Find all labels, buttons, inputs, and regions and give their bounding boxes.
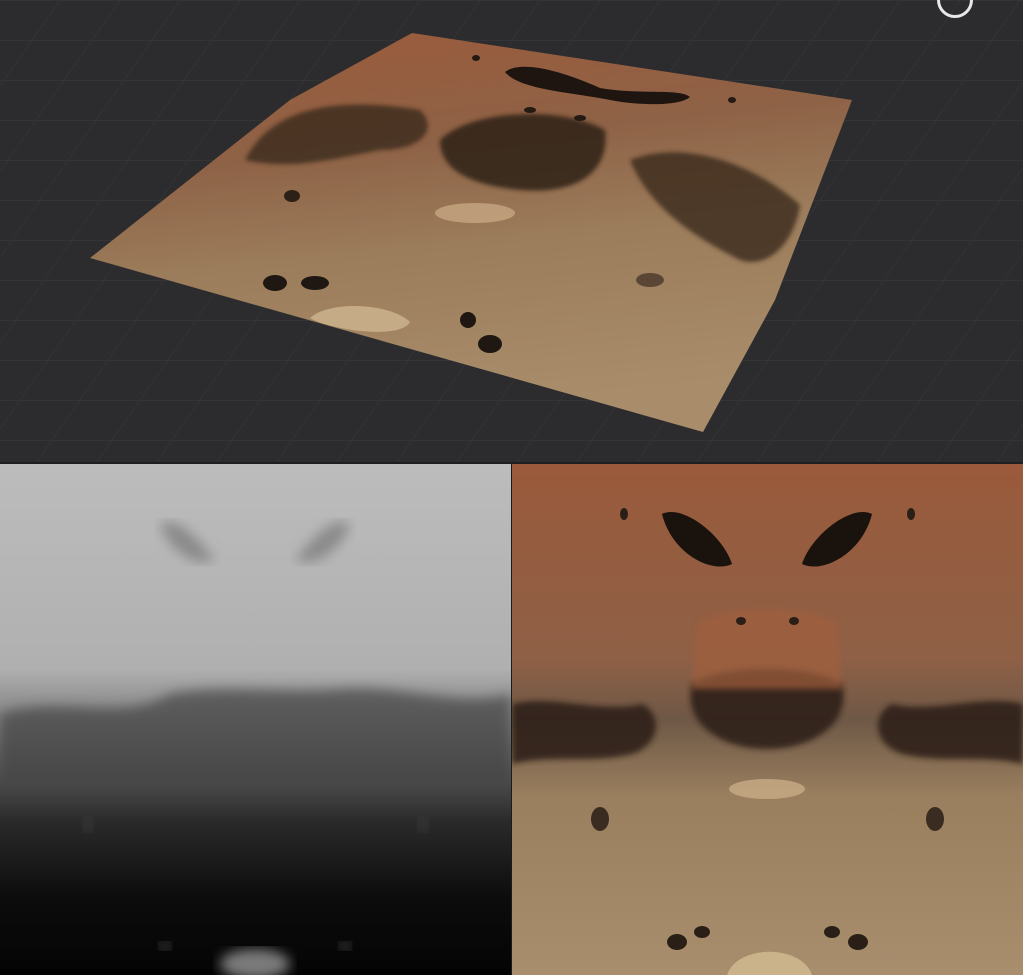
albedo-image — [512, 464, 1023, 975]
heightmap-preview — [0, 464, 511, 975]
3d-viewport[interactable] — [0, 0, 1023, 462]
viewport-canvas[interactable] — [0, 0, 1023, 462]
heightmap-image — [0, 464, 511, 975]
albedo-texture-preview — [512, 464, 1023, 975]
